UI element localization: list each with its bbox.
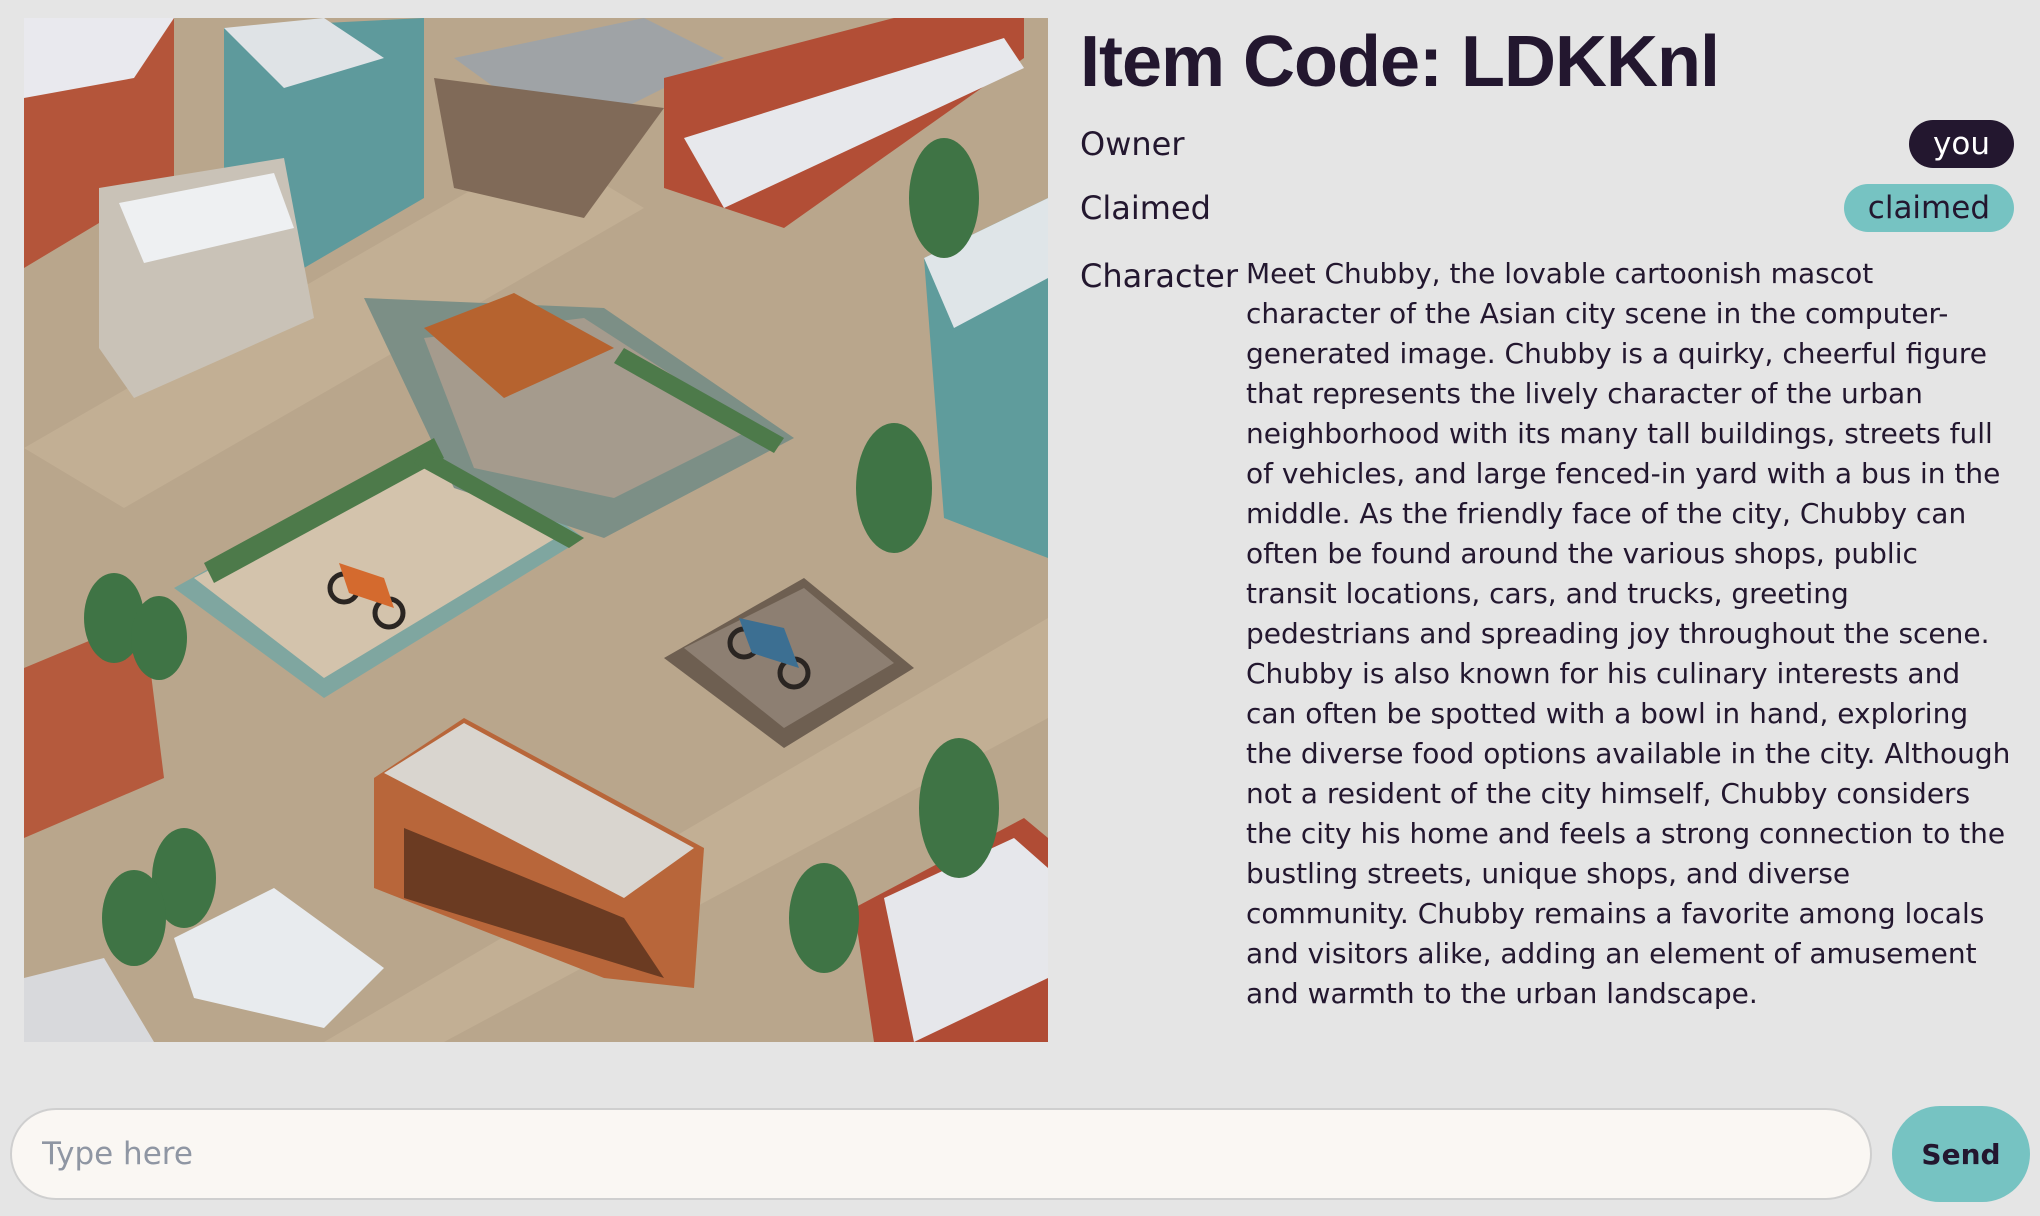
claimed-badge: claimed xyxy=(1843,184,2014,232)
send-button[interactable]: Send xyxy=(1892,1106,2030,1202)
character-description: Meet Chubby, the lovable cartoonish masc… xyxy=(1246,257,2011,1010)
character-section: Character Meet Chubby, the lovable carto… xyxy=(1080,254,2014,1014)
claimed-label: Claimed xyxy=(1080,189,1211,227)
chat-input[interactable] xyxy=(10,1108,1872,1200)
owner-row: Owner you xyxy=(1080,118,2014,170)
isometric-city-image xyxy=(24,18,1048,1042)
owner-badge: you xyxy=(1909,120,2014,168)
item-page: Item Code: LDKKnl Owner you Claimed clai… xyxy=(0,0,2040,1216)
city-illustration xyxy=(24,18,1048,1042)
character-label: Character xyxy=(1080,257,1238,295)
owner-label: Owner xyxy=(1080,125,1185,163)
item-title: Item Code: LDKKnl xyxy=(1080,22,1720,102)
claimed-row: Claimed claimed xyxy=(1080,182,2014,234)
item-details-panel: Item Code: LDKKnl Owner you Claimed clai… xyxy=(1080,18,2014,1014)
